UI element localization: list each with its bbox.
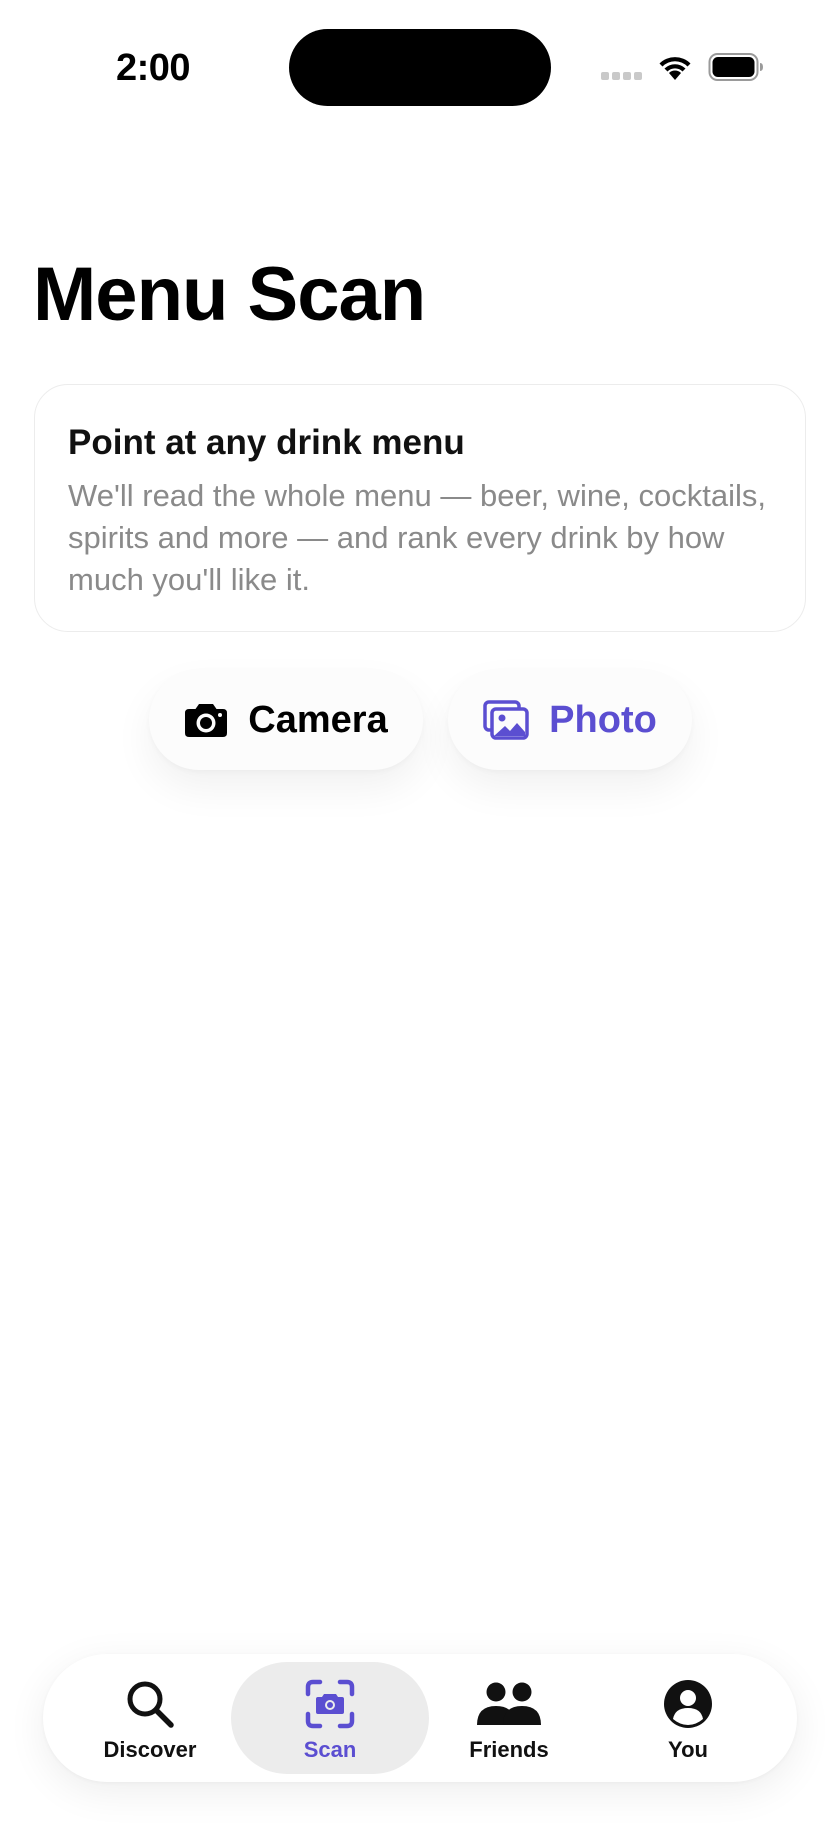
camera-button[interactable]: Camera <box>149 670 423 770</box>
tab-discover[interactable]: Discover <box>51 1662 249 1774</box>
photo-button-label: Photo <box>549 698 657 741</box>
tab-label: Scan <box>303 1737 357 1762</box>
info-card-heading: Point at any drink menu <box>68 423 465 462</box>
menu-scan-screen: 2:00 Menu Scan Point at any drink menu W… <box>0 0 840 1827</box>
info-card: Point at any drink menu We'll read the w… <box>34 384 806 632</box>
tab-label: You <box>668 1737 708 1762</box>
info-card-body: We'll read the whole menu — beer, wine, … <box>68 478 767 597</box>
wifi-icon <box>659 57 691 80</box>
camera-icon <box>185 704 228 737</box>
status-time: 2:00 <box>116 47 191 89</box>
search-icon <box>127 1681 174 1728</box>
tab-friends[interactable]: Friends <box>410 1662 608 1774</box>
tab-label: Discover <box>103 1737 197 1762</box>
profile-icon <box>664 1680 712 1728</box>
battery-icon <box>708 53 763 81</box>
tab-bar: Discover Scan Friends You <box>43 1654 797 1782</box>
tab-you[interactable]: You <box>589 1662 787 1774</box>
people-icon <box>477 1682 541 1725</box>
dynamic-island <box>289 29 551 106</box>
photo-library-icon <box>483 700 529 740</box>
page-title: Menu Scan <box>33 252 426 337</box>
scan-camera-icon <box>305 1679 355 1729</box>
photo-button[interactable]: Photo <box>448 670 692 770</box>
camera-button-label: Camera <box>248 698 388 741</box>
cellular-signal-icon <box>601 72 642 80</box>
tab-scan[interactable]: Scan <box>231 1662 429 1774</box>
tab-label: Friends <box>469 1737 549 1762</box>
